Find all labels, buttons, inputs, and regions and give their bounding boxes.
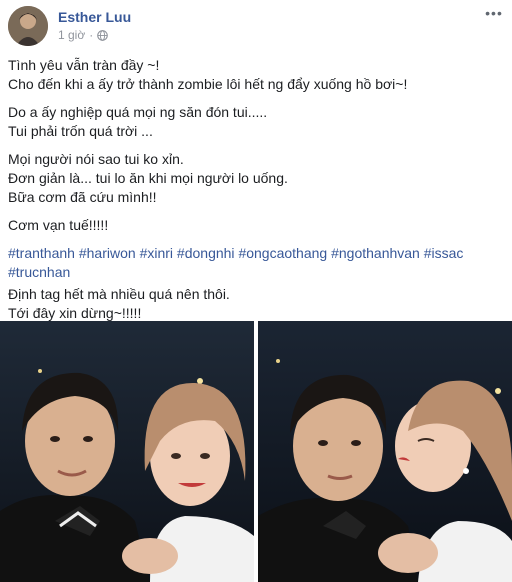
text-line: Do a ấy nghiệp quá mọi ng săn đón tui...… — [8, 104, 268, 120]
paragraph-1: Tình yêu vẫn tràn đầy ~! Cho đến khi a ấ… — [8, 56, 504, 94]
meta-separator: · — [89, 28, 94, 42]
text-line: Mọi người nói sao tui ko xỉn. — [8, 151, 184, 167]
hashtags: #tranthanh #hariwon #xinri #dongnhi #ong… — [8, 244, 504, 282]
paragraph-4: Cơm vạn tuế!!!!! — [8, 216, 504, 235]
facebook-post: Esther Luu 1 giờ · ••• Tình yêu vẫn tràn… — [0, 0, 512, 582]
post-time[interactable]: 1 giờ — [58, 28, 85, 42]
text-line: Định tag hết mà nhiều quá nên thôi. — [8, 286, 230, 302]
text-line: Bữa cơm đã cứu mình!! — [8, 189, 157, 205]
globe-icon[interactable] — [97, 29, 109, 41]
hashtag-link[interactable]: #ongcaothang — [238, 245, 327, 261]
more-options-icon[interactable]: ••• — [484, 6, 504, 22]
text-line: Cho đến khi a ấy trở thành zombie lôi hế… — [8, 76, 408, 92]
post-body: Tình yêu vẫn tràn đầy ~! Cho đến khi a ấ… — [8, 56, 504, 332]
hashtag-link[interactable]: #xinri — [140, 245, 173, 261]
author-name[interactable]: Esther Luu — [58, 9, 131, 25]
text-line: Đơn giản là... tui lo ăn khi mọi người l… — [8, 170, 288, 186]
photo-grid — [0, 321, 512, 582]
hashtag-link[interactable]: #ngothanhvan — [331, 245, 420, 261]
post-meta: 1 giờ · — [58, 28, 109, 42]
hashtag-link[interactable]: #dongnhi — [177, 245, 235, 261]
hashtag-link[interactable]: #trucnhan — [8, 264, 70, 280]
avatar[interactable] — [8, 6, 48, 46]
post-header: Esther Luu 1 giờ · ••• — [8, 6, 504, 46]
hashtag-link[interactable]: #tranthanh — [8, 245, 75, 261]
paragraph-2: Do a ấy nghiệp quá mọi ng săn đón tui...… — [8, 103, 504, 141]
text-line: Tui phải trốn quá trời ... — [8, 123, 153, 139]
closing-paragraph: Định tag hết mà nhiều quá nên thôi. Tới … — [8, 285, 504, 323]
text-line: Tình yêu vẫn tràn đầy ~! — [8, 57, 160, 73]
text-line: Cơm vạn tuế!!!!! — [8, 217, 109, 233]
photo-1[interactable] — [0, 321, 254, 582]
hashtag-link[interactable]: #hariwon — [79, 245, 136, 261]
paragraph-3: Mọi người nói sao tui ko xỉn. Đơn giản l… — [8, 150, 504, 207]
hashtag-link[interactable]: #issac — [424, 245, 464, 261]
photo-2[interactable] — [258, 321, 512, 582]
